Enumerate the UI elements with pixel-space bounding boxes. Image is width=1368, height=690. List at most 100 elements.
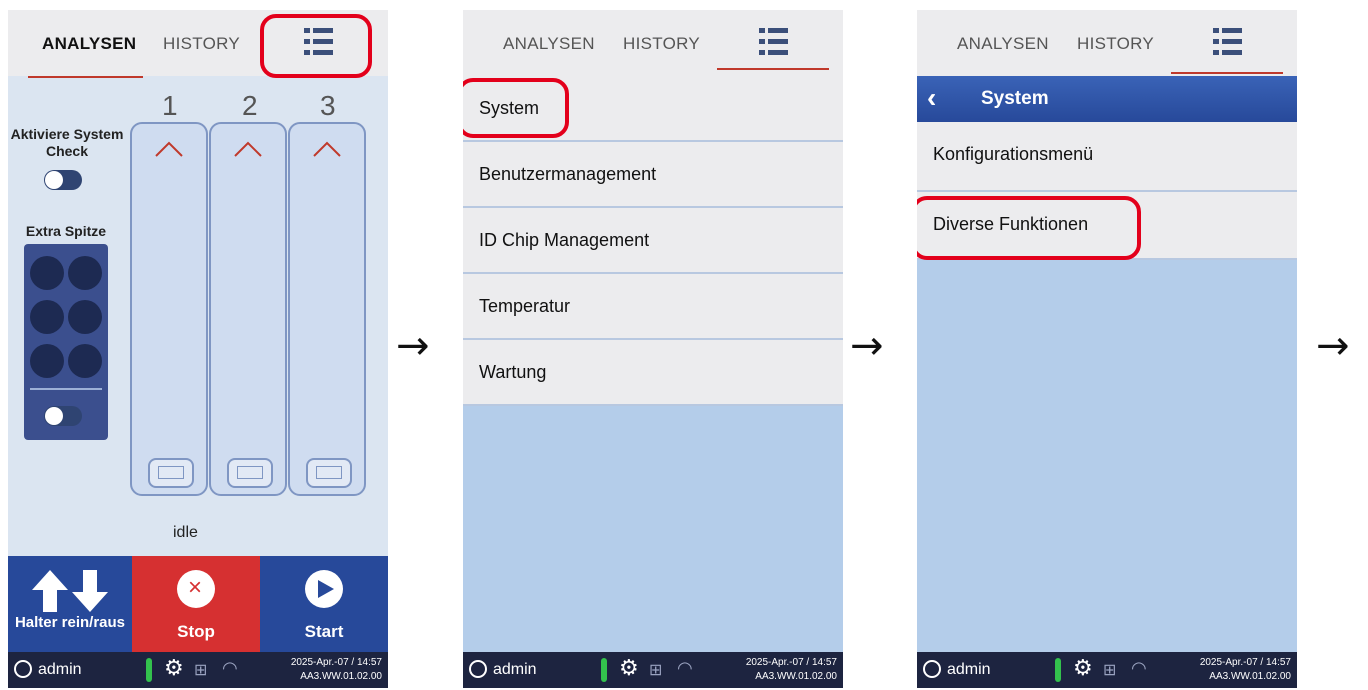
highlight-system — [463, 78, 569, 138]
tip-slot — [30, 256, 64, 290]
tip-slot — [68, 300, 102, 334]
id-chip-slot — [306, 458, 352, 488]
stop-label: Stop — [177, 622, 215, 641]
user-name: admin — [947, 661, 991, 678]
chevron-left-icon[interactable]: ‹ — [927, 82, 936, 114]
version: AA3.WW.01.02.00 — [1209, 671, 1291, 682]
version: AA3.WW.01.02.00 — [755, 671, 837, 682]
datetime-version: 2025-Apr.-07 / 14:57 AA3.WW.01.02.00 — [746, 656, 837, 684]
menu-item-label: Temperatur — [479, 296, 571, 316]
menu-list-icon[interactable] — [1213, 28, 1243, 56]
divider — [30, 388, 102, 390]
datetime: 2025-Apr.-07 / 14:57 — [1199, 657, 1291, 668]
datetime: 2025-Apr.-07 / 14:57 — [745, 657, 837, 668]
menu-item-benutzermanagement[interactable]: Benutzermanagement — [463, 142, 843, 208]
menu-list-icon[interactable] — [759, 28, 789, 56]
menu-item-temperatur[interactable]: Temperatur — [463, 274, 843, 340]
active-tab-underline — [28, 76, 143, 78]
system-check-toggle[interactable] — [44, 170, 82, 190]
slot-number: 1 — [162, 90, 178, 121]
tip-slot — [68, 344, 102, 378]
status-bar: admin ⚙ ⊞ ◠ 2025-Apr.-07 / 14:57 AA3.WW.… — [463, 652, 843, 688]
screen-menu: ANALYSEN HISTORY System Benutzermanageme… — [463, 10, 843, 688]
sample-holder-2[interactable] — [209, 122, 287, 496]
id-chip-slot — [227, 458, 273, 488]
step-arrow: → — [850, 323, 884, 369]
user-icon — [14, 660, 32, 678]
gear-icon[interactable]: ⚙ — [619, 655, 639, 681]
tip-slot — [68, 256, 102, 290]
submenu-title: System — [981, 88, 1049, 109]
menu-item-label: Konfigurationsmenü — [933, 144, 1094, 164]
screen-system: ANALYSEN HISTORY ‹ System Konfigurations… — [917, 10, 1297, 688]
thermometer-icon — [601, 658, 607, 682]
active-tab-underline — [717, 68, 829, 70]
network-icon: ⊞ — [649, 662, 663, 679]
sample-holder-3[interactable] — [288, 122, 366, 496]
tip-slot — [30, 344, 64, 378]
gear-icon[interactable]: ⚙ — [164, 655, 184, 681]
user-icon — [469, 660, 487, 678]
wifi-icon: ◠ — [222, 658, 238, 678]
start-label: Start — [304, 622, 344, 641]
stop-button[interactable]: × Stop — [132, 556, 260, 652]
tab-history[interactable]: HISTORY — [163, 34, 240, 54]
wifi-icon: ◠ — [677, 658, 693, 678]
id-chip-slot — [148, 458, 194, 488]
sample-holder-1[interactable] — [130, 122, 208, 496]
halter-button[interactable]: Halter rein/raus — [8, 556, 132, 652]
start-button[interactable]: Start — [260, 556, 388, 652]
menu-item-label: Wartung — [479, 362, 547, 382]
tip-slot — [30, 300, 64, 334]
datetime: 2025-Apr.-07 / 14:57 — [290, 657, 382, 668]
highlight-menu-button — [260, 14, 372, 78]
menu-item-id-chip[interactable]: ID Chip Management — [463, 208, 843, 274]
active-tab-underline — [1171, 72, 1283, 74]
menu-item-wartung[interactable]: Wartung — [463, 340, 843, 406]
tab-bar: ANALYSEN HISTORY — [917, 10, 1297, 76]
chevron-up-icon — [234, 141, 262, 157]
menu-item-label: Benutzermanagement — [479, 164, 657, 184]
datetime-version: 2025-Apr.-07 / 14:57 AA3.WW.01.02.00 — [1200, 656, 1291, 684]
step-arrow: → — [1316, 323, 1350, 369]
step-arrow: → — [396, 323, 430, 369]
datetime-version: 2025-Apr.-07 / 14:57 AA3.WW.01.02.00 — [291, 656, 382, 684]
status-text: idle — [173, 524, 198, 541]
tab-bar: ANALYSEN HISTORY — [463, 10, 843, 76]
chevron-up-icon — [313, 141, 341, 157]
user-icon — [923, 660, 941, 678]
network-icon: ⊞ — [1103, 662, 1117, 679]
tab-analysen[interactable]: ANALYSEN — [957, 34, 1049, 54]
close-icon: × — [177, 570, 215, 608]
wifi-icon: ◠ — [1131, 658, 1147, 678]
halter-label: Halter rein/raus — [14, 614, 126, 631]
thermometer-icon — [146, 658, 152, 682]
tab-bar: ANALYSEN HISTORY — [8, 10, 388, 78]
slot-number: 2 — [242, 90, 258, 121]
chevron-up-icon — [155, 141, 183, 157]
gear-icon[interactable]: ⚙ — [1073, 655, 1093, 681]
network-icon: ⊞ — [194, 662, 208, 679]
extra-tip-toggle[interactable] — [44, 406, 82, 426]
screen-analysen: ANALYSEN HISTORY 1 2 3 Aktiviere System … — [8, 10, 388, 688]
user-name: admin — [38, 661, 82, 678]
thermometer-icon — [1055, 658, 1061, 682]
extra-tip-panel — [24, 244, 108, 440]
menu-item-konfiguration[interactable]: Konfigurationsmenü — [917, 122, 1297, 192]
up-down-arrows-icon — [32, 570, 108, 612]
tab-history[interactable]: HISTORY — [623, 34, 700, 54]
highlight-diverse-funktionen — [917, 196, 1141, 260]
system-check-label: Aktiviere System Check — [10, 126, 124, 159]
status-bar: admin ⚙ ⊞ ◠ 2025-Apr.-07 / 14:57 AA3.WW.… — [8, 652, 388, 688]
menu-item-label: ID Chip Management — [479, 230, 650, 250]
user-name: admin — [493, 661, 537, 678]
tab-analysen[interactable]: ANALYSEN — [503, 34, 595, 54]
extra-tip-label: Extra Spitze — [25, 223, 107, 239]
tab-analysen[interactable]: ANALYSEN — [42, 34, 136, 54]
submenu-header: ‹ System — [917, 76, 1297, 122]
tab-history[interactable]: HISTORY — [1077, 34, 1154, 54]
slot-number: 3 — [320, 90, 336, 121]
play-icon — [305, 570, 343, 608]
status-bar: admin ⚙ ⊞ ◠ 2025-Apr.-07 / 14:57 AA3.WW.… — [917, 652, 1297, 688]
version: AA3.WW.01.02.00 — [300, 671, 382, 682]
